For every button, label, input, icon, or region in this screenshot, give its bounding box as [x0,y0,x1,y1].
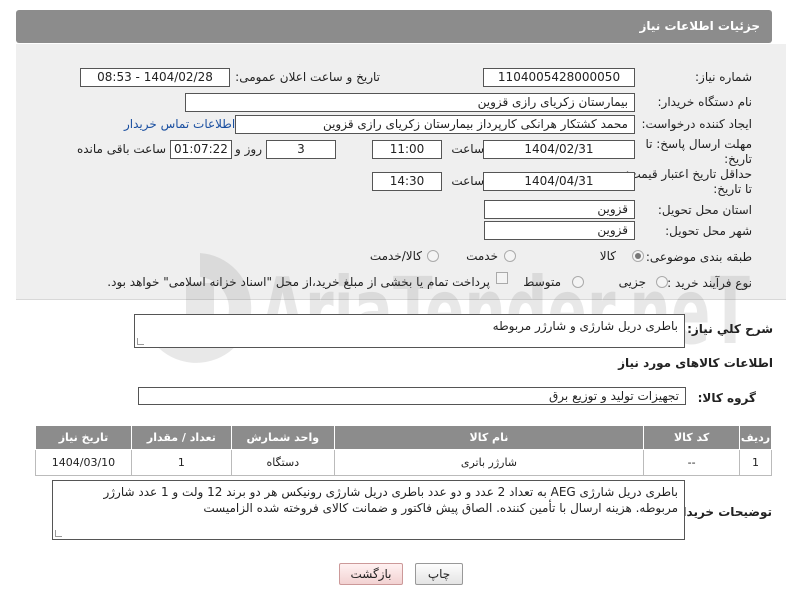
goods-section-title: اطلاعات کالاهای مورد نیاز [618,356,773,370]
category-goods-service-label: کالا/خدمت [369,249,422,263]
need-number-label: شماره نیاز: [695,70,752,84]
goods-table-header: ردیف کد کالا نام کالا واحد شمارش تعداد /… [35,425,772,450]
col-row: ردیف [739,425,772,450]
category-service-label: خدمت [466,249,498,263]
cell-unit: دستگاه [230,449,335,476]
summary-textarea[interactable]: باطری دریل شارژی و شارژر مربوطه [134,314,685,348]
requester-field: محمد کشتکار هرانکی کارپرداز بیمارستان زک… [235,115,635,134]
col-need-date: تاریخ نیاز [35,425,132,450]
process-label: نوع فرآیند خرید : [667,276,752,290]
province-label: استان محل تحویل: [657,203,752,217]
city-field: قزوین [484,221,635,240]
page-title: جزئیات اطلاعات نیاز [639,19,760,33]
category-goods-label: کالا [599,249,616,263]
process-medium-radio[interactable] [572,276,584,288]
validity-time-field: 14:30 [372,172,442,191]
treasury-payment-checkbox[interactable] [496,272,508,284]
announce-label: تاریخ و ساعت اعلان عمومی: [235,70,380,84]
validity-label: حداقل تاریخ اعتبار قیمت: تا تاریخ: [625,167,752,196]
col-unit: واحد شمارش [230,425,335,450]
cell-code: -- [643,449,741,476]
deadline-date-field: 1404/02/31 [483,140,635,159]
goods-table: ردیف کد کالا نام کالا واحد شمارش تعداد /… [35,425,772,476]
col-code: کد کالا [643,425,741,450]
goods-group-label: گروه کالا: [697,391,756,405]
remaining-time-field: 01:07:22 [170,140,232,159]
buyer-org-label: نام دستگاه خریدار: [657,95,753,109]
cell-row: 1 [739,449,772,476]
table-row: 1 -- شارژر باتری دستگاه 1 1404/03/10 [35,449,772,476]
remaining-time-label: ساعت باقی مانده [76,142,166,156]
category-goods-service-radio[interactable] [427,250,439,262]
validity-time-label: ساعت [451,174,484,188]
need-number-field: 1104005428000050 [483,68,635,87]
summary-label: شرح كلي نياز: [687,322,773,336]
goods-group-field: تجهیزات تولید و توزیع برق [138,387,686,405]
province-field: قزوین [484,200,635,219]
category-label: طبقه بندی موضوعی: [645,250,752,264]
page-header: جزئیات اطلاعات نیاز [16,10,772,43]
deadline-time-field: 11:00 [372,140,442,159]
col-quantity: تعداد / مقدار [130,425,232,450]
days-label: روز و [235,142,262,156]
announce-field: 1404/02/28 - 08:53 [80,68,230,87]
resize-grip-icon[interactable] [55,530,62,537]
deadline-label: مهلت ارسال پاسخ: تا تاریخ: [645,137,752,166]
process-minor-label: جزیی [618,275,646,289]
category-goods-radio[interactable] [632,250,644,262]
buyer-notes-textarea[interactable]: باطری دریل شارژی AEG به تعداد 2 عدد و دو… [52,480,685,540]
requester-label: ایجاد کننده درخواست: [641,117,752,131]
treasury-payment-note: پرداخت تمام یا بخشی از مبلغ خرید،از محل … [107,275,490,289]
back-button[interactable]: بازگشت [339,563,403,585]
resize-grip-icon[interactable] [137,338,144,345]
cell-need-date: 1404/03/10 [35,449,132,476]
buyer-org-field: بیمارستان زکریای رازی قزوین [185,93,635,112]
summary-text: باطری دریل شارژی و شارژر مربوطه [492,319,678,333]
process-medium-label: متوسط [523,275,561,289]
col-name: نام کالا [333,425,645,450]
print-button[interactable]: چاپ [415,563,463,585]
buyer-notes-text: باطری دریل شارژی AEG به تعداد 2 عدد و دو… [103,485,678,515]
cell-quantity: 1 [130,449,232,476]
process-minor-radio[interactable] [656,276,668,288]
deadline-time-label: ساعت [451,142,484,156]
days-field: 3 [266,140,336,159]
city-label: شهر محل تحویل: [665,224,752,238]
buyer-contact-link[interactable]: اطلاعات تماس خریدار [124,117,235,131]
category-service-radio[interactable] [504,250,516,262]
buyer-notes-label: توضیحات خریدار: [670,505,772,519]
cell-name: شارژر باتری [333,449,645,476]
validity-date-field: 1404/04/31 [483,172,635,191]
